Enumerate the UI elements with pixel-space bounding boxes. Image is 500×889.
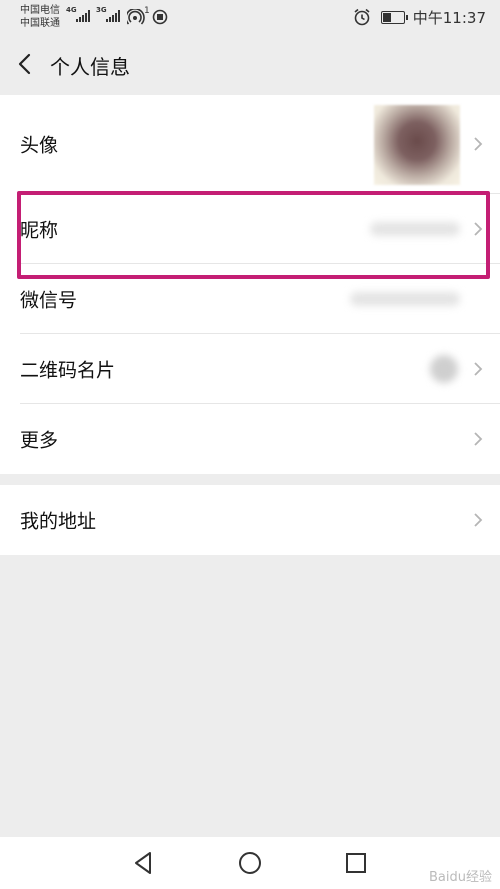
row-nickname[interactable]: 昵称 (20, 194, 500, 264)
status-bar: 中国电信 中国联通 4G 3G 1 中午11:37 (0, 0, 500, 34)
row-wechat-id-label: 微信号 (20, 289, 78, 311)
nav-back-icon[interactable] (130, 849, 158, 877)
profile-group: 头像 昵称 微信号 二维码名片 更多 (0, 95, 500, 474)
nickname-value (370, 221, 460, 236)
row-address[interactable]: 我的地址 (20, 485, 500, 555)
address-group: 我的地址 (0, 485, 500, 555)
chevron-right-icon (474, 432, 483, 446)
nav-bar: 个人信息 (0, 34, 500, 94)
nfc-icon (152, 9, 168, 25)
chevron-right-icon (474, 221, 483, 236)
avatar (374, 105, 460, 185)
watermark: Baidu经验 (429, 870, 492, 885)
qr-code-icon (430, 354, 458, 383)
battery-fill (382, 12, 391, 22)
carrier-names: 中国电信 中国联通 (20, 4, 60, 30)
back-arrow-icon[interactable] (14, 52, 38, 76)
row-more[interactable]: 更多 (20, 404, 500, 474)
row-avatar[interactable]: 头像 (20, 95, 500, 194)
nav-recents-icon[interactable] (342, 849, 370, 877)
row-address-label: 我的地址 (20, 510, 97, 533)
row-wechat-id[interactable]: 微信号 (20, 264, 500, 334)
status-right: 中午11:37 (353, 7, 486, 27)
row-avatar-label: 头像 (20, 134, 59, 157)
battery-icon (380, 10, 408, 24)
system-nav-bar: Baidu经验 (0, 837, 500, 889)
wechat-id-value (350, 291, 460, 306)
row-qr-card[interactable]: 二维码名片 (20, 334, 500, 404)
page-title: 个人信息 (50, 55, 130, 79)
hotspot-badge: 1 (144, 6, 150, 16)
row-nickname-label: 昵称 (20, 219, 59, 241)
chevron-right-icon (474, 137, 483, 151)
chevron-right-icon (474, 361, 483, 376)
chevron-right-icon (474, 513, 483, 527)
nav-home-icon[interactable] (236, 849, 264, 877)
carrier-2: 中国联通 (20, 18, 60, 29)
status-time: 中午11:37 (412, 8, 486, 27)
row-qr-card-label: 二维码名片 (20, 359, 116, 381)
screen: 中国电信 中国联通 4G 3G 1 中午11:37 个人信息 头像 昵称 微信号… (0, 0, 500, 889)
carrier-1: 中国电信 (20, 5, 60, 16)
row-more-label: 更多 (20, 429, 59, 452)
alarm-icon (354, 8, 370, 26)
